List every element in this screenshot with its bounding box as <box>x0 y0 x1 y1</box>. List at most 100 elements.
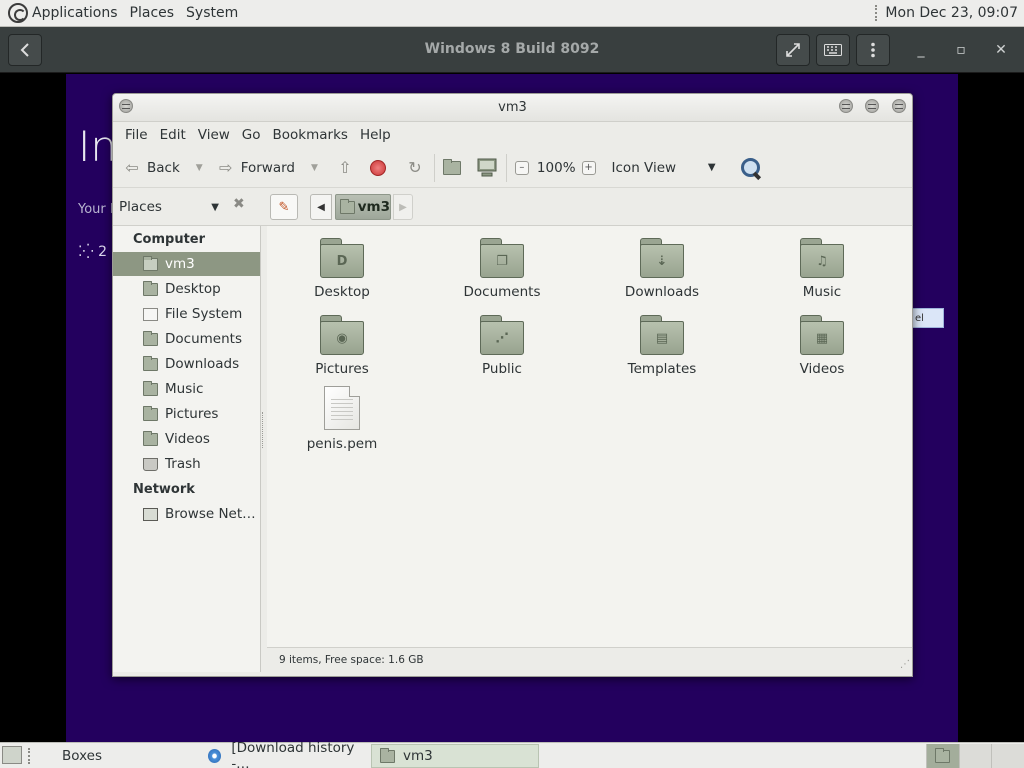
menu-help[interactable]: Help <box>354 127 397 143</box>
minimize-button[interactable]: _ <box>910 39 932 61</box>
icon-view[interactable]: D Desktop ❐ Documents ⇣ Downloads ♫ Musi… <box>267 226 912 647</box>
places-menu[interactable]: Places <box>124 0 181 27</box>
send-keys-button[interactable] <box>816 34 850 66</box>
guest-spinner: ⁚⁛ 2 <box>78 244 107 260</box>
sidebar-item-documents[interactable]: Documents <box>113 327 260 351</box>
file-item-pictures[interactable]: ◉ Pictures <box>282 315 402 377</box>
fullscreen-button[interactable] <box>776 34 810 66</box>
sidebar-item-vm3[interactable]: vm3 <box>113 252 260 276</box>
folder-icon: ♫ <box>800 238 844 278</box>
clock[interactable]: Mon Dec 23, 09:07 <box>885 5 1024 21</box>
guest-button[interactable]: el <box>912 308 944 328</box>
sidebar-item-videos[interactable]: Videos <box>113 427 260 451</box>
top-panel: Applications Places System Mon Dec 23, 0… <box>0 0 1024 27</box>
sidebar-item-label: vm3 <box>165 256 195 272</box>
breadcrumb-scroll-right[interactable]: ▶ <box>393 194 413 220</box>
workspace-3[interactable] <box>991 744 1024 768</box>
toolbar-separator <box>505 153 507 182</box>
sidebar-item-trash[interactable]: Trash <box>113 452 260 476</box>
search-button[interactable] <box>740 153 762 183</box>
breadcrumb-vm3[interactable]: vm3 <box>335 194 391 220</box>
sidebar-item-downloads[interactable]: Downloads <box>113 352 260 376</box>
sidebar-item-desktop[interactable]: Desktop <box>113 277 260 301</box>
sidebar-item-label: Pictures <box>165 406 219 422</box>
maximize-button[interactable]: ▫ <box>950 39 972 61</box>
properties-button[interactable] <box>856 34 890 66</box>
toolbar-separator <box>433 153 435 182</box>
menu-edit[interactable]: Edit <box>154 127 192 143</box>
close-sidebar-icon[interactable]: ✖ <box>233 196 245 212</box>
file-item-documents[interactable]: ❐ Documents <box>442 238 562 300</box>
home-button[interactable] <box>442 153 468 183</box>
back-nav-button[interactable]: ⇦ Back <box>121 153 179 183</box>
window-titlebar[interactable]: vm3 <box>113 94 912 122</box>
file-label: Videos <box>799 361 845 377</box>
view-mode-select[interactable]: Icon View ▼ <box>612 153 722 183</box>
reload-button[interactable]: ↻ <box>404 153 426 183</box>
applications-menu-label: Applications <box>32 5 118 21</box>
applications-menu[interactable]: Applications <box>0 0 124 27</box>
chevron-left-icon <box>20 43 29 57</box>
sidebar-item-music[interactable]: Music <box>113 377 260 401</box>
taskbar-item-boxes[interactable]: Boxes <box>54 744 200 768</box>
stop-button[interactable] <box>369 153 386 183</box>
sidebar-mode-select[interactable]: Places ▼ <box>119 196 225 218</box>
file-item-penis-pem[interactable]: penis.pem <box>282 386 402 452</box>
back-button[interactable] <box>8 34 42 66</box>
file-item-public[interactable]: ⋰ Public <box>442 315 562 377</box>
edit-location-button[interactable]: ✎ <box>270 194 298 220</box>
keyboard-icon <box>824 44 842 56</box>
network-icon <box>143 507 158 521</box>
forward-history-icon[interactable]: ▼ <box>311 163 318 173</box>
home-folder-icon <box>340 198 355 214</box>
breadcrumb-label: vm3 <box>357 199 390 215</box>
forward-nav-button[interactable]: ⇨ Forward <box>215 153 295 183</box>
up-button[interactable]: ⇧ <box>334 153 356 183</box>
computer-button[interactable] <box>476 153 498 183</box>
sidebar-item-pictures[interactable]: Pictures <box>113 402 260 426</box>
sidebar-item-label: Downloads <box>165 356 240 372</box>
toolbar: ⇦ Back ▼ ⇨ Forward ▼ ⇧ ↻ – 100% + Icon V… <box>113 148 912 188</box>
folder-icon: ▤ <box>640 315 684 355</box>
zoom-level[interactable]: 100% <box>537 160 576 176</box>
zoom-out-icon[interactable]: – <box>514 160 529 175</box>
taskbar-item-vm3[interactable]: vm3 <box>371 744 539 768</box>
file-item-templates[interactable]: ▤ Templates <box>602 315 722 377</box>
workspace-2[interactable] <box>958 744 992 768</box>
close-window-icon[interactable] <box>892 99 906 113</box>
taskbar-item-browser[interactable]: [Download history -… <box>200 740 370 768</box>
file-item-desktop[interactable]: D Desktop <box>282 238 402 300</box>
file-item-music[interactable]: ♫ Music <box>762 238 882 300</box>
show-desktop-button[interactable] <box>2 746 22 764</box>
folder-icon <box>143 380 158 396</box>
close-button[interactable]: ✕ <box>990 39 1012 61</box>
back-history-icon[interactable]: ▼ <box>196 163 203 173</box>
menu-view[interactable]: View <box>192 127 236 143</box>
pencil-icon: ✎ <box>278 199 290 215</box>
panel-grip-icon <box>875 5 879 21</box>
text-file-icon <box>324 386 360 430</box>
zoom-in-icon[interactable]: + <box>581 160 596 175</box>
breadcrumb-scroll-left[interactable]: ◀ <box>310 194 332 220</box>
location-bar: Places ▼ ✖ ✎ ◀ vm3 ▶ <box>113 188 912 226</box>
resize-grip-icon[interactable]: ⋰ <box>900 659 910 670</box>
file-label: penis.pem <box>306 436 378 452</box>
workspace-1[interactable] <box>926 744 959 768</box>
window-title: vm3 <box>498 100 527 115</box>
file-label: Downloads <box>624 284 700 300</box>
menu-file[interactable]: File <box>119 127 154 143</box>
menu-bookmarks[interactable]: Bookmarks <box>267 127 354 143</box>
file-item-downloads[interactable]: ⇣ Downloads <box>602 238 722 300</box>
sidebar-resize-handle[interactable] <box>262 412 265 448</box>
sidebar-item-file-system[interactable]: File System <box>113 302 260 326</box>
maximize-window-icon[interactable] <box>865 99 879 113</box>
minimize-window-icon[interactable] <box>839 99 853 113</box>
menu-go[interactable]: Go <box>236 127 267 143</box>
home-folder-icon <box>380 747 395 763</box>
system-menu[interactable]: System <box>180 0 244 27</box>
sidebar-item-browse-network[interactable]: Browse Net… <box>113 502 260 526</box>
folder-icon: ⋰ <box>480 315 524 355</box>
folder-icon: ▦ <box>800 315 844 355</box>
computer-icon <box>477 158 497 176</box>
file-item-videos[interactable]: ▦ Videos <box>762 315 882 377</box>
